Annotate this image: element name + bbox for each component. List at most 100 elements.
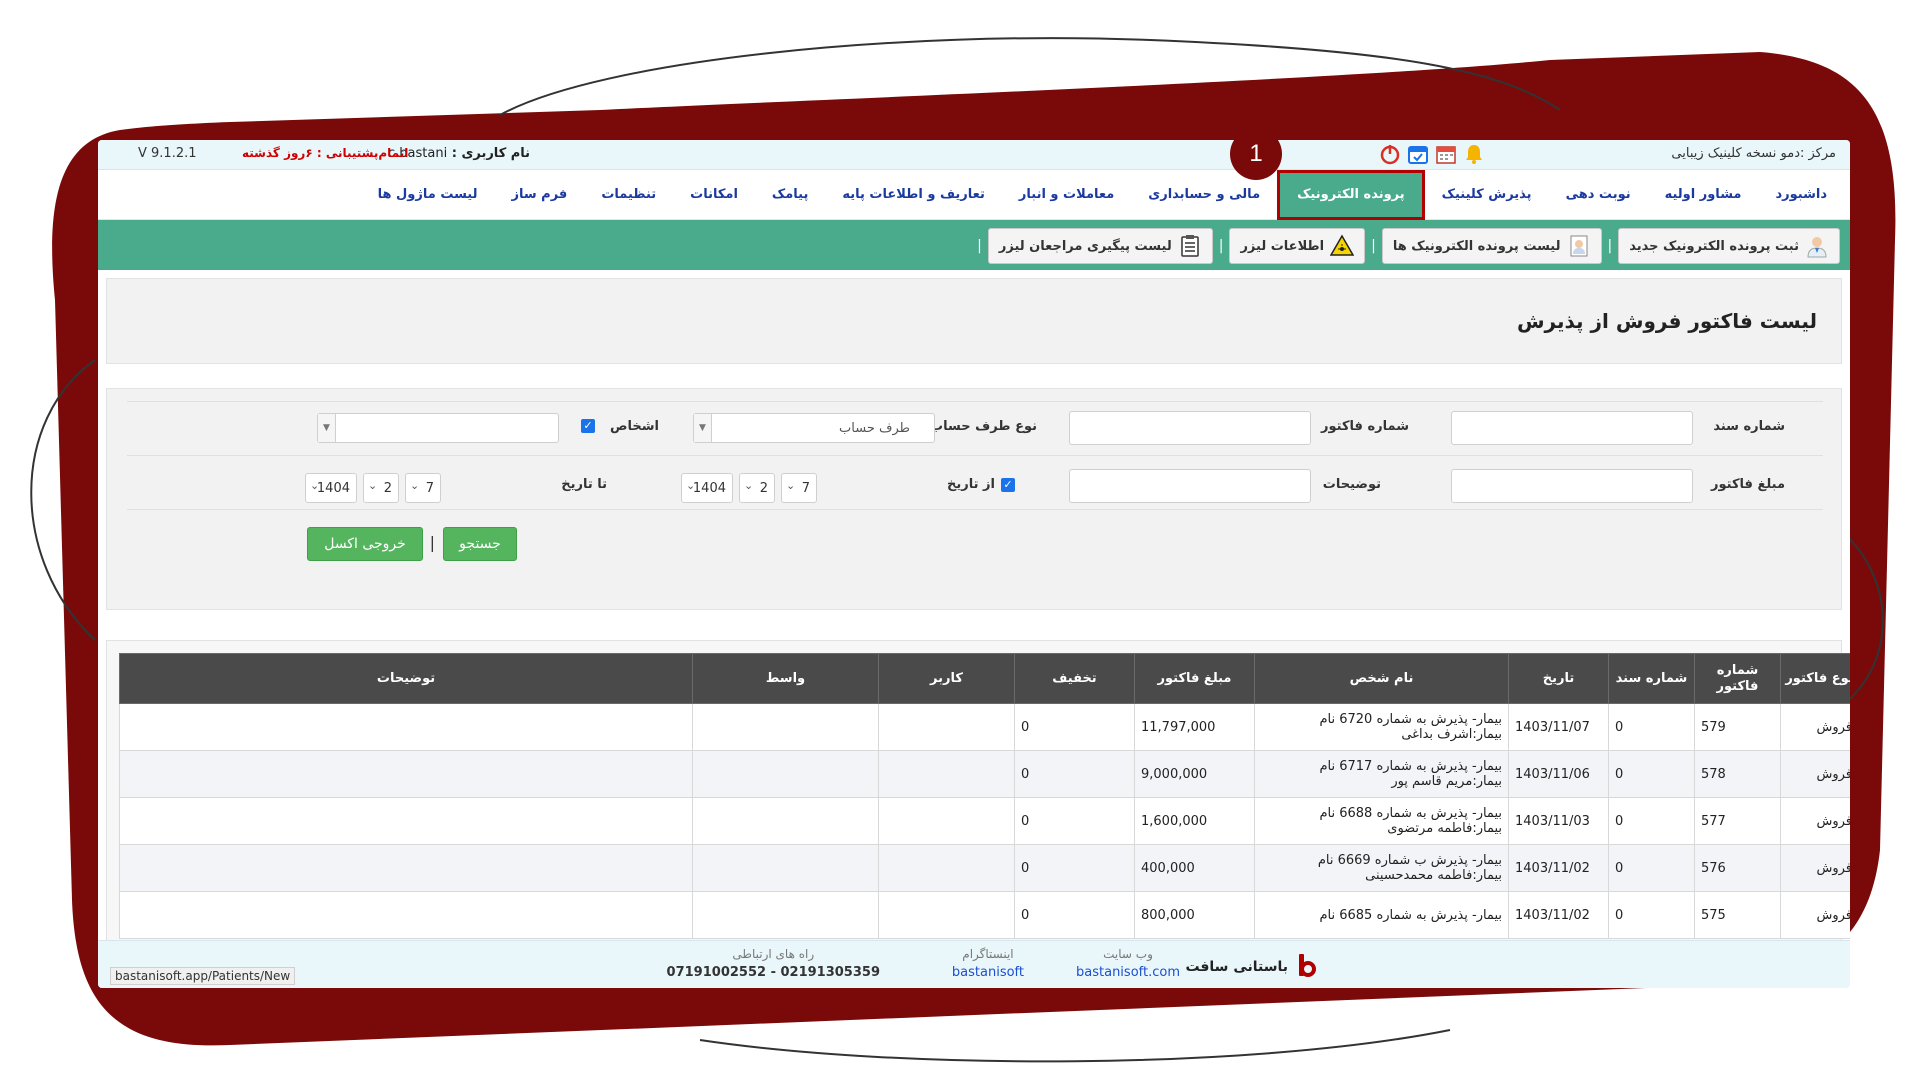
to-date-day[interactable]: ⌄ 7 xyxy=(405,473,441,503)
divider xyxy=(127,401,1823,402)
invoice-table-panel: گزینه هانوع فاکتورشماره فاکتورشماره سندت… xyxy=(106,640,1850,988)
nav-item[interactable]: مشاور اولیه xyxy=(1648,170,1759,220)
person-line-2: بیمار:فاطمه مرتضوی xyxy=(1387,821,1502,836)
user-cell xyxy=(878,891,1015,939)
account-type-select[interactable]: طرف حساب ▼ xyxy=(693,413,935,443)
nav-item[interactable]: لیست ماژول ها xyxy=(361,170,495,220)
column-header[interactable]: شماره سند xyxy=(1608,653,1695,704)
electronic-records-list-label: لیست پرونده الکترونیک ها xyxy=(1392,238,1561,254)
discount-cell: 0 xyxy=(1014,891,1135,939)
invoice-type-cell: فروش xyxy=(1780,750,1850,798)
table-row[interactable]: ▼فروش57801403/11/06بیمار- پذیرش به شماره… xyxy=(119,750,1850,798)
description-cell xyxy=(119,750,693,798)
calendar-icon[interactable] xyxy=(1434,142,1458,166)
from-date-year[interactable]: ⌄ 1404 xyxy=(681,473,733,503)
from-date-month[interactable]: ⌄ 2 xyxy=(739,473,775,503)
description-input[interactable] xyxy=(1069,469,1311,503)
laser-info-button[interactable]: اطلاعات لیزر xyxy=(1229,228,1366,264)
column-header[interactable]: مبلغ فاکتور xyxy=(1134,653,1255,704)
laser-followup-list-button[interactable]: لیست پیگیری مراجعان لیزر xyxy=(987,228,1213,264)
invoice-amount-label: مبلغ فاکتور xyxy=(1711,477,1785,492)
description-cell xyxy=(119,844,693,892)
column-header[interactable]: کاربر xyxy=(878,653,1015,704)
user-label: نام کاربری : xyxy=(451,146,531,161)
table-row[interactable]: ▼فروش57501403/11/02بیمار- پذیرش به شماره… xyxy=(119,891,1850,939)
footer-instagram: اینستاگرام bastanisoft xyxy=(952,947,1024,980)
user-cell xyxy=(878,797,1015,845)
nav-item[interactable]: تعاریف و اطلاعات پایه xyxy=(825,170,1002,220)
doc-number-input[interactable] xyxy=(1451,411,1693,445)
person-name-cell: بیمار- پذیرش به شماره 6717 نام بیمار:مریم… xyxy=(1254,750,1509,798)
column-header[interactable]: تخفیف xyxy=(1014,653,1135,704)
doc-number-cell: 0 xyxy=(1608,703,1695,751)
column-header[interactable]: نام شخص xyxy=(1254,653,1509,704)
nav-item[interactable]: معاملات و انبار xyxy=(1002,170,1131,220)
website-link[interactable]: bastanisoft.com xyxy=(1076,965,1180,980)
divider xyxy=(127,455,1823,456)
invoice-number-label: شماره فاکتور xyxy=(1321,419,1409,434)
table-body: ▼فروش57901403/11/07بیمار- پذیرش به شماره… xyxy=(119,703,1850,939)
invoice-number-input[interactable] xyxy=(1069,411,1311,445)
invoice-type-cell: فروش xyxy=(1780,844,1850,892)
sub-toolbar-buttons: ثبت پرونده الکترونیک جدید | لیست پرونده … xyxy=(971,228,1840,264)
intermediary-cell xyxy=(692,844,879,892)
from-date-label: از تاریخ xyxy=(947,477,995,492)
calendar-check-icon[interactable] xyxy=(1406,142,1430,166)
amount-cell: 400,000 xyxy=(1134,844,1255,892)
top-info-bar: مرکز :دمو نسخه کلینیک زیبایی نام کاربری … xyxy=(98,140,1850,170)
nav-item[interactable]: پرونده الکترونیک xyxy=(1277,170,1425,220)
persons-checkbox[interactable]: ✓ xyxy=(581,419,595,433)
search-button[interactable]: جستجو xyxy=(443,527,517,561)
person-line-2: بیمار:مریم قاسم پور xyxy=(1391,774,1502,789)
chevron-down-icon: ▼ xyxy=(318,414,336,442)
from-date-checkbox[interactable]: ✓ xyxy=(1001,478,1015,492)
user-cell xyxy=(878,703,1015,751)
amount-cell: 800,000 xyxy=(1134,891,1255,939)
power-icon[interactable] xyxy=(1378,142,1402,166)
invoice-amount-input[interactable] xyxy=(1451,469,1693,503)
table-row[interactable]: ▼فروش57901403/11/07بیمار- پذیرش به شماره… xyxy=(119,703,1850,751)
toolbar-separator: | xyxy=(1371,238,1376,254)
nav-item[interactable]: امکانات xyxy=(673,170,755,220)
page-title: لیست فاکتور فروش از پذیرش xyxy=(1516,309,1817,333)
to-date-month[interactable]: ⌄ 2 xyxy=(363,473,399,503)
footer: باستانی سافت وب سایت bastanisoft.com این… xyxy=(98,940,1850,988)
to-date-year[interactable]: ⌄ 1404 xyxy=(305,473,357,503)
invoice-table: گزینه هانوع فاکتورشماره فاکتورشماره سندت… xyxy=(119,653,1850,939)
intermediary-cell xyxy=(692,891,879,939)
doctor-icon xyxy=(1805,234,1829,258)
account-type-value: طرف حساب xyxy=(839,421,910,436)
doc-number-cell: 0 xyxy=(1608,750,1695,798)
nav-item[interactable]: تنظیمات xyxy=(584,170,673,220)
amount-cell: 1,600,000 xyxy=(1134,797,1255,845)
bell-icon[interactable] xyxy=(1462,142,1486,166)
instagram-label: اینستاگرام xyxy=(962,947,1014,961)
chevron-down-icon: ⌄ xyxy=(410,479,420,492)
table-row[interactable]: ▼فروش57701403/11/03بیمار- پذیرش به شماره… xyxy=(119,797,1850,845)
electronic-records-list-button[interactable]: لیست پرونده الکترونیک ها xyxy=(1381,228,1602,264)
nav-item[interactable]: فرم ساز xyxy=(495,170,585,220)
person-line-1: بیمار- پذیرش به شماره 6685 نام xyxy=(1319,907,1502,923)
column-header[interactable]: نوع فاکتور xyxy=(1780,653,1850,704)
nav-item[interactable]: پیامک xyxy=(755,170,825,220)
doc-number-cell: 0 xyxy=(1608,844,1695,892)
nav-item[interactable]: نوبت دهی xyxy=(1549,170,1648,220)
nav-item[interactable]: داشبورد xyxy=(1758,170,1844,220)
chevron-down-icon: ⌄ xyxy=(368,479,378,492)
new-electronic-record-button[interactable]: ثبت پرونده الکترونیک جدید xyxy=(1618,228,1840,264)
persons-select[interactable]: ▼ xyxy=(317,413,559,443)
from-date-day[interactable]: ⌄ 7 xyxy=(781,473,817,503)
column-header[interactable]: شماره فاکتور xyxy=(1694,653,1781,704)
person-line-1: بیمار- پذیرش به شماره 6688 نام xyxy=(1319,806,1502,821)
table-row[interactable]: ▼فروش57601403/11/02بیمار- پذیرش ب شماره … xyxy=(119,844,1850,892)
chevron-down-icon: ⌄ xyxy=(744,479,754,492)
contact-label: راه های ارتباطی xyxy=(732,947,815,961)
nav-item[interactable]: پذیرش کلینیک xyxy=(1425,170,1549,220)
footer-brand: باستانی سافت xyxy=(1185,953,1316,981)
column-header[interactable]: توضیحات xyxy=(119,653,693,704)
laser-warning-icon xyxy=(1329,234,1355,258)
instagram-link[interactable]: bastanisoft xyxy=(952,965,1024,980)
excel-export-button[interactable]: خروجی اکسل xyxy=(307,527,423,561)
column-header[interactable]: تاریخ xyxy=(1508,653,1609,704)
column-header[interactable]: واسط xyxy=(692,653,879,704)
